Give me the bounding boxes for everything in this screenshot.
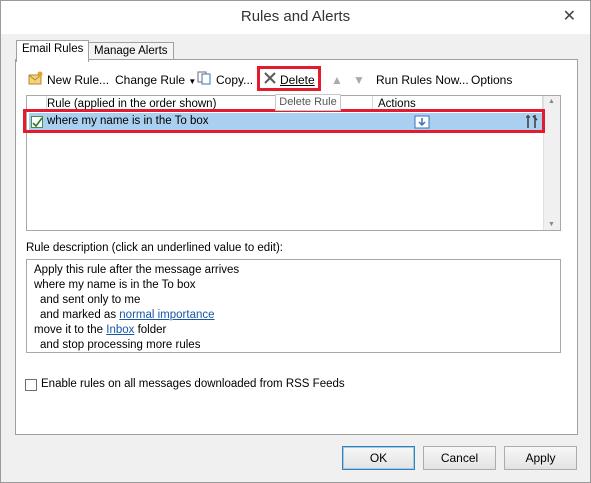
move-down-icon[interactable]: ▼ [353, 71, 365, 89]
desc-line-4: and marked as normal importance [34, 308, 560, 323]
delete-button[interactable]: Delete [263, 71, 315, 89]
change-rule-label: Change Rule [115, 73, 186, 87]
importance-link[interactable]: normal importance [119, 309, 214, 321]
copy-icon [197, 71, 213, 90]
inbox-folder-link[interactable]: Inbox [106, 324, 134, 336]
desc-line-1: Apply this rule after the message arrive… [34, 264, 240, 276]
new-rule-icon [28, 71, 44, 90]
change-rule-button[interactable]: Change Rule ▼ [115, 71, 196, 89]
rules-list-scrollbar[interactable]: ▲ ▼ [543, 96, 560, 230]
desc-line-5-suffix: folder [137, 324, 167, 336]
desc-line-2: where my name is in the To box [34, 279, 196, 291]
rss-rules-checkbox[interactable] [25, 379, 37, 391]
scroll-up-icon[interactable]: ▲ [548, 98, 555, 105]
desc-line-3: and sent only to me [40, 294, 141, 306]
run-rules-now-button[interactable]: Run Rules Now... [376, 71, 469, 89]
desc-line-5-text: move it to the [34, 324, 104, 336]
desc-line-6: and stop processing more rules [40, 339, 201, 351]
delete-label: Delete [280, 73, 315, 87]
cancel-button[interactable]: Cancel [423, 446, 496, 470]
copy-button[interactable]: Copy... [197, 71, 253, 89]
desc-line-4-text: and marked as [40, 309, 117, 321]
copy-label: Copy... [216, 73, 254, 87]
chevron-down-icon: ▼ [188, 77, 197, 86]
move-up-icon[interactable]: ▲ [331, 71, 343, 89]
options-button[interactable]: Options [471, 71, 512, 89]
title-bar: Rules and Alerts ✕ [1, 1, 590, 34]
rule-description-label: Rule description (click an underlined va… [26, 242, 283, 254]
new-rule-button[interactable]: New Rule... [28, 71, 109, 89]
rule-description-box: Apply this rule after the message arrive… [26, 259, 561, 353]
rss-rules-label[interactable]: Enable rules on all messages downloaded … [41, 378, 345, 390]
close-icon[interactable]: ✕ [563, 6, 576, 26]
ok-button[interactable]: OK [342, 446, 415, 470]
new-rule-label: New Rule... [47, 73, 110, 87]
window-title: Rules and Alerts [240, 8, 351, 25]
tab-email-rules[interactable]: Email Rules [16, 40, 90, 62]
delete-tooltip: Delete Rule [275, 94, 341, 111]
desc-line-5: move it to the Inbox folder [34, 323, 560, 338]
apply-button[interactable]: Apply [504, 446, 577, 470]
delete-x-icon [263, 71, 277, 90]
selected-rule-highlight-box [23, 109, 545, 133]
rules-and-alerts-dialog: Rules and Alerts ✕ Email Rules Manage Al… [0, 0, 591, 483]
scroll-down-icon[interactable]: ▼ [548, 221, 555, 228]
